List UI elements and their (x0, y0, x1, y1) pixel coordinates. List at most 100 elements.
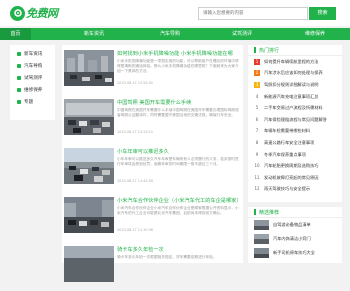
sidebar-item-label: 试驾测评 (24, 76, 43, 81)
ranking-item-label: 汽车保险理赔流程与常见问题解答 (264, 116, 327, 122)
rank-badge: 8 (255, 139, 259, 145)
ranking-item-label: 汽车轮胎更换周期及选购技巧 (264, 163, 319, 169)
sidebar-item-label: 专题 (24, 100, 34, 105)
recommend-panel: 精选推荐 自驾游必备物品清单 汽车内饰清洁小窍门 新手司机停车技巧大全 (248, 207, 342, 263)
ranking-item-label: 高速公路行车安全注意事项 (264, 139, 315, 145)
sidebar-item-guide[interactable]: 汽车导购 (10, 60, 55, 72)
article-thumbnail[interactable] (64, 197, 114, 233)
list-item[interactable]: 如何找到小米手机降噪功能 小米手机降噪功能在哪 小米手机的降噪功能是一项很实用的… (62, 45, 243, 95)
article-thumbnail[interactable] (64, 246, 114, 282)
article-title[interactable]: 小米汽车合作伙伴企业（小米汽车代工的车企是哪家） (117, 197, 241, 204)
ranking-item-label: 驾照扣分规则详细解读与说明 (264, 81, 319, 87)
sidebar-item-topic[interactable]: 专题 (10, 96, 55, 108)
ranking-item[interactable]: 10 汽车轮胎更换周期及选购技巧 (248, 160, 342, 172)
search-input[interactable] (198, 7, 308, 20)
hot-ranking-panel: 热门排行 1 如何提升车辆续航里程的方法 2 汽车涉水后应该如何处理与保养 3 驾照扣… (248, 45, 342, 202)
sidebar-item-label: 汽车导购 (24, 64, 43, 69)
recommend-item[interactable]: 汽车内饰清洁小窍门 (248, 232, 342, 246)
ranking-item[interactable]: 7 车辆年检需要带哪些材料 (248, 126, 342, 138)
ranking-item[interactable]: 1 如何提升车辆续航里程的方法 (248, 56, 342, 68)
sidebar-item-label: 维修保养 (24, 88, 43, 93)
rank-badge: 12 (254, 186, 260, 192)
main-nav: 首页 新车资讯 汽车导购 试驾测评 维修保养 (0, 28, 350, 40)
rank-badge: 2 (254, 70, 260, 77)
recommend-item[interactable]: 新手司机停车技巧大全 (248, 246, 342, 260)
article-summary: 小米手机的降噪功能是一项很实用的功能，可以帮助用户在嘈杂的环境中获得更清晰的通话… (117, 59, 239, 74)
site-header: 免费网 搜索 (0, 0, 350, 26)
category-icon (17, 52, 21, 56)
recommend-item-label: 新手司机停车技巧大全 (273, 250, 315, 255)
article-date: 2023-08-17 12:55:41 (117, 81, 154, 85)
ranking-item[interactable]: 11 发动机故障灯亮起的常见原因 (248, 172, 342, 184)
sidebar-item-news[interactable]: 新车资讯 (10, 48, 55, 60)
header-accent (254, 47, 256, 53)
article-title[interactable]: 中国驾照 美国开车需要什么手续 (117, 99, 241, 106)
article-list: 如何找到小米手机降噪功能 小米手机降噪功能在哪 小米手机的降噪功能是一项很实用的… (62, 45, 243, 282)
article-summary: 小米汽车合作伙伴企业小米汽车合作伙伴企业是哪家根据公开资料显示，小米汽车的代工企… (117, 206, 239, 216)
category-icon (17, 76, 21, 80)
rank-badge: 1 (254, 58, 260, 65)
panel-title: 精选推荐 (259, 209, 280, 216)
nav-item-home[interactable]: 首页 (0, 28, 31, 40)
ranking-item-label: 车辆年检需要带哪些材料 (264, 128, 311, 134)
sidebar-item-test[interactable]: 试驾测评 (10, 72, 55, 84)
rank-badge: 11 (254, 174, 260, 180)
article-title[interactable]: 骑卡车多久年检一次 (117, 246, 241, 253)
article-title[interactable]: 小车年审可以推迟多久 (117, 148, 241, 155)
rank-badge: 3 (254, 81, 260, 88)
ranking-item[interactable]: 3 驾照扣分规则详细解读与说明 (248, 79, 342, 91)
list-item[interactable]: 小米汽车合作伙伴企业（小米汽车代工的车企是哪家） 小米汽车合作伙伴企业小米汽车合… (62, 192, 243, 242)
category-sidebar: 新车资讯 汽车导购 试驾测评 维修保养 专题 (10, 45, 55, 120)
recommend-item[interactable]: 自驾游必备物品清单 (248, 218, 342, 232)
ranking-item-label: 二手车交易过户流程及所需材料 (264, 105, 323, 111)
category-icon (17, 64, 21, 68)
ranking-item[interactable]: 4 新能源汽车充电注意事项汇总 (248, 91, 342, 103)
recommend-thumbnail (254, 220, 269, 230)
ranking-item-label: 汽车涉水后应该如何处理与保养 (264, 70, 323, 76)
article-thumbnail[interactable] (64, 99, 114, 135)
article-thumbnail[interactable] (64, 148, 114, 184)
ranking-item[interactable]: 8 高速公路行车安全注意事项 (248, 137, 342, 149)
ranking-item[interactable]: 12 雨天驾驶技巧与安全提示 (248, 184, 342, 196)
rank-badge: 4 (255, 93, 259, 99)
rank-badge: 5 (255, 105, 259, 111)
ranking-item-label: 发动机故障灯亮起的常见原因 (264, 174, 319, 180)
article-thumbnail[interactable] (64, 50, 114, 86)
article-summary: 小车年审可以推迟多久汽车年审是车辆所有人必须履行的义务，若未按时进行年审将会受到… (117, 157, 239, 167)
nav-item-maintenance[interactable]: 维修保养 (300, 28, 330, 40)
panel-header: 热门排行 (248, 45, 342, 56)
sidebar-item-label: 新车资讯 (24, 52, 43, 57)
logo-icon (10, 5, 25, 21)
recommend-item-label: 汽车内饰清洁小窍门 (273, 236, 311, 241)
site-logo[interactable]: 免费网 (10, 5, 58, 21)
article-date: 2023-08-17 12:23:11 (117, 130, 154, 134)
search-button[interactable]: 搜索 (309, 7, 336, 20)
logo-text: 免费网 (26, 7, 58, 20)
article-summary: 中国驾照在美国开车需要什么手续中国驾照在美国开车需要办理国际驾照或者驾照公证翻译… (117, 108, 239, 118)
ranking-item[interactable]: 5 二手车交易过户流程及所需材料 (248, 102, 342, 114)
sidebar-item-maintenance[interactable]: 维修保养 (10, 84, 55, 96)
category-icon (17, 100, 21, 104)
ranking-item[interactable]: 6 汽车保险理赔流程与常见问题解答 (248, 114, 342, 126)
panel-header: 精选推荐 (248, 207, 342, 218)
nav-item-test[interactable]: 试驾测评 (227, 28, 257, 40)
ranking-item[interactable]: 2 汽车涉水后应该如何处理与保养 (248, 68, 342, 80)
nav-item-guide[interactable]: 汽车导购 (155, 28, 185, 40)
header-accent (254, 209, 256, 215)
ranking-item-label: 新能源汽车充电注意事项汇总 (264, 93, 319, 99)
ranking-item-label: 如何提升车辆续航里程的方法 (264, 58, 319, 64)
ranking-item[interactable]: 9 冬季汽车保养重点事项 (248, 149, 342, 161)
list-item[interactable]: 小车年审可以推迟多久 小车年审可以推迟多久汽车年审是车辆所有人必须履行的义务，若… (62, 143, 243, 193)
rank-badge: 10 (254, 163, 260, 169)
list-item[interactable]: 中国驾照 美国开车需要什么手续 中国驾照在美国开车需要什么手续中国驾照在美国开车… (62, 94, 243, 144)
article-title[interactable]: 如何找到小米手机降噪功能 小米手机降噪功能在哪 (117, 50, 241, 57)
ranking-item-label: 雨天驾驶技巧与安全提示 (264, 186, 311, 192)
list-item[interactable]: 骑卡车多久年检一次 骑卡车多久年检一次根据相关规定，货车需要定期进行年检。 (62, 241, 243, 291)
category-icon (17, 88, 21, 92)
recommend-thumbnail (254, 248, 269, 258)
ranking-item-label: 冬季汽车保养重点事项 (264, 151, 306, 157)
recommend-item-label: 自驾游必备物品清单 (273, 222, 311, 227)
recommend-thumbnail (254, 234, 269, 244)
nav-item-news[interactable]: 新车资讯 (79, 28, 109, 40)
panel-title: 热门排行 (259, 47, 280, 54)
